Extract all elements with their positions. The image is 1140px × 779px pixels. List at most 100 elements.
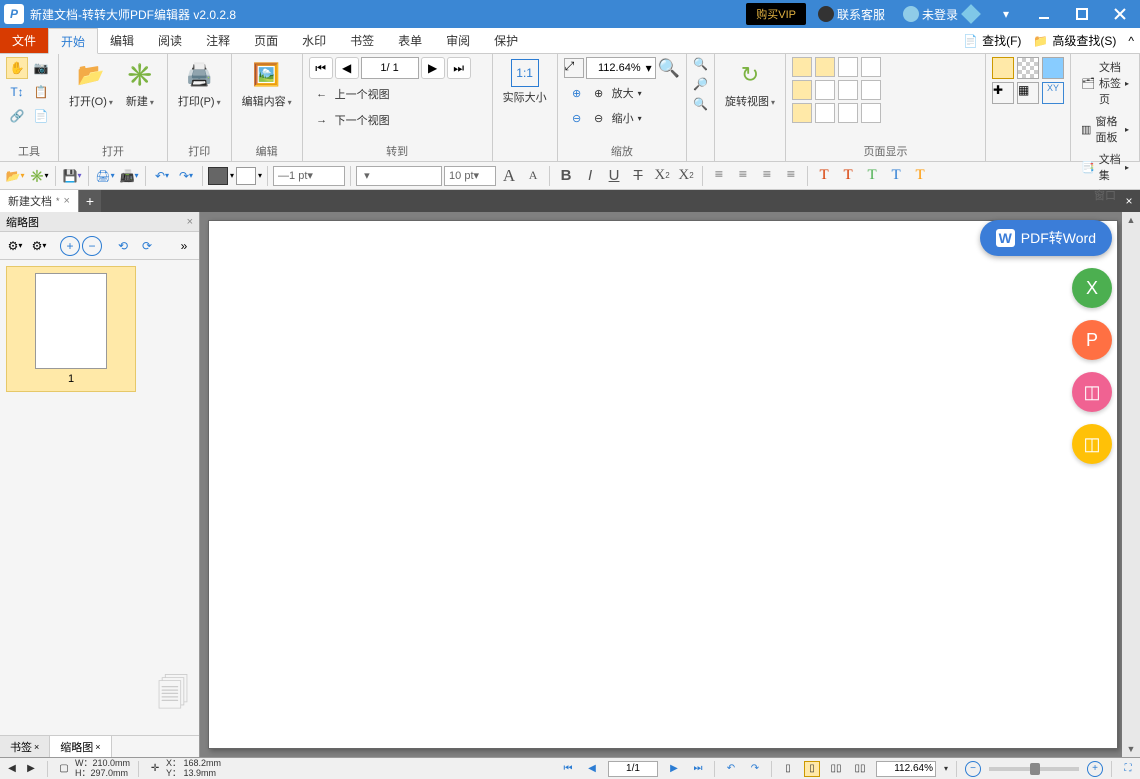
actual-size-button[interactable]: 1:1 实际大小 xyxy=(499,57,551,107)
layout-11-icon[interactable] xyxy=(838,103,858,123)
zoom-magnifier-icon[interactable]: 🔍 xyxy=(658,58,680,79)
float-more-icon[interactable]: ◫ xyxy=(1072,424,1112,464)
open-button[interactable]: 📂 打开(O) xyxy=(65,57,117,111)
thumb-zoom-in-icon[interactable]: + xyxy=(60,236,80,256)
tabs-close-all-icon[interactable]: × xyxy=(1118,190,1140,212)
text-green-icon[interactable]: T xyxy=(861,165,883,187)
text-select-tool[interactable]: T↕ xyxy=(6,81,28,103)
superscript-icon[interactable]: X2 xyxy=(675,165,697,187)
layout-6-icon[interactable] xyxy=(815,80,835,100)
align-justify-icon[interactable]: ≡ xyxy=(780,165,802,187)
buy-vip-button[interactable]: 购买VIP xyxy=(746,3,806,25)
sb-next-view-icon[interactable]: ↷ xyxy=(747,761,763,777)
sb-zoom-out-icon[interactable]: − xyxy=(965,761,981,777)
font-combo[interactable]: ▾ xyxy=(356,166,442,186)
font-grow-icon[interactable]: A xyxy=(498,165,520,187)
italic-icon[interactable]: I xyxy=(579,165,601,187)
next-page-button[interactable]: ▶ xyxy=(421,57,445,79)
line-width-combo[interactable]: — 1 pt ▾ xyxy=(273,166,345,186)
menu-protect[interactable]: 保护 xyxy=(482,28,530,53)
first-page-button[interactable]: ⏮ xyxy=(309,57,333,79)
menu-file[interactable]: 文件 xyxy=(0,28,48,53)
align-center-icon[interactable]: ≡ xyxy=(732,165,754,187)
menu-read[interactable]: 阅读 xyxy=(146,28,194,53)
stroke-color-swatch[interactable] xyxy=(236,167,256,185)
prev-view-button[interactable]: ←上一个视图 xyxy=(309,83,394,105)
sb-layout2-icon[interactable]: ▯ xyxy=(804,761,820,777)
login-button[interactable]: 未登录 xyxy=(897,6,984,23)
menu-page[interactable]: 页面 xyxy=(242,28,290,53)
menu-review[interactable]: 审阅 xyxy=(434,28,482,53)
xy-icon[interactable]: XY xyxy=(1042,82,1064,104)
document-tab[interactable]: 新建文档 * × xyxy=(0,190,79,212)
docset-button[interactable]: 📑文档集▸ xyxy=(1077,149,1133,185)
layout-12-icon[interactable] xyxy=(861,103,881,123)
page-number-input[interactable] xyxy=(361,57,419,79)
copy-tool[interactable]: 📄 xyxy=(30,105,52,127)
zoom-slider[interactable] xyxy=(989,767,1079,771)
dropdown-button[interactable]: ▾ xyxy=(990,0,1022,28)
thumb-rotate-ccw-icon[interactable]: ⟲ xyxy=(112,235,134,257)
text-orange-icon[interactable]: T xyxy=(909,165,931,187)
snapshot-tool[interactable]: 📷 xyxy=(30,57,52,79)
thumb-rotate-cw-icon[interactable]: ⟳ xyxy=(136,235,158,257)
sb-fullscreen-icon[interactable]: ⛶ xyxy=(1120,761,1136,777)
marquee-zoom-icon[interactable]: 🔍 xyxy=(693,57,708,71)
sb-layout1-icon[interactable]: ▯ xyxy=(780,761,796,777)
doc-tabs-button[interactable]: 🗂文档标签页▸ xyxy=(1077,57,1133,109)
new-button[interactable]: ✳️ 新建 xyxy=(119,57,161,111)
zoom-in-button[interactable]: ⊕⊕放大▾ xyxy=(564,82,646,104)
link-tool[interactable]: 🔗 xyxy=(6,105,28,127)
minimize-button[interactable] xyxy=(1028,0,1060,28)
menu-edit[interactable]: 编辑 xyxy=(98,28,146,53)
tab-close-icon[interactable]: × xyxy=(64,195,70,207)
qt-print-icon[interactable]: 🖨▾ xyxy=(94,165,116,187)
pane-button[interactable]: ▥窗格面板▸ xyxy=(1077,111,1133,147)
maximize-button[interactable] xyxy=(1066,0,1098,28)
pdf-to-word-button[interactable]: W PDF转Word xyxy=(980,220,1112,256)
qt-undo-icon[interactable]: ↶▾ xyxy=(151,165,173,187)
zoom-out-button[interactable]: ⊖⊖缩小▾ xyxy=(564,107,646,129)
layout-8-icon[interactable] xyxy=(861,80,881,100)
thumb-zoom-out-icon[interactable]: − xyxy=(82,236,102,256)
menu-watermark[interactable]: 水印 xyxy=(290,28,338,53)
sb-first-page-icon[interactable]: ⏮ xyxy=(560,761,576,777)
fit-icon[interactable]: ⤢ xyxy=(564,58,584,78)
scroll-up-icon[interactable]: ▲ xyxy=(1122,212,1140,228)
ribbon-collapse-button[interactable]: ^ xyxy=(1122,28,1140,53)
guides-icon[interactable] xyxy=(1042,57,1064,79)
find-button[interactable]: 📄 查找(F) xyxy=(957,28,1027,53)
font-shrink-icon[interactable]: A xyxy=(522,165,544,187)
layout-cfacing-icon[interactable] xyxy=(861,57,881,77)
menu-start[interactable]: 开始 xyxy=(48,28,98,54)
highlight-icon[interactable]: T xyxy=(837,165,859,187)
rotate-view-button[interactable]: ↻ 旋转视图 xyxy=(721,57,779,111)
text-color-icon[interactable]: T xyxy=(813,165,835,187)
align-left-icon[interactable]: ≡ xyxy=(708,165,730,187)
subscript-icon[interactable]: X2 xyxy=(651,165,673,187)
layout-continuous-icon[interactable] xyxy=(815,57,835,77)
font-size-combo[interactable]: 10 pt ▾ xyxy=(444,166,496,186)
support-button[interactable]: 联系客服 xyxy=(812,6,891,23)
menu-annotate[interactable]: 注释 xyxy=(194,28,242,53)
menu-form[interactable]: 表单 xyxy=(386,28,434,53)
menu-bookmark[interactable]: 书签 xyxy=(338,28,386,53)
hand-tool[interactable]: ✋ xyxy=(6,57,28,79)
vertical-scrollbar[interactable]: ▲ ▼ xyxy=(1122,212,1140,757)
snap-icon[interactable]: ✚ xyxy=(992,82,1014,104)
last-page-button[interactable]: ⏭ xyxy=(447,57,471,79)
thumb-options-icon[interactable]: ⚙▾ xyxy=(28,235,50,257)
qt-new-icon[interactable]: ✳️▾ xyxy=(28,165,50,187)
sidebar-tab-bookmark[interactable]: 书签× xyxy=(0,736,50,757)
bold-icon[interactable]: B xyxy=(555,165,577,187)
dynamic-zoom-icon[interactable]: 🔍 xyxy=(693,97,708,111)
scroll-down-icon[interactable]: ▼ xyxy=(1122,741,1140,757)
thumbnail-item[interactable]: 1 xyxy=(6,266,136,392)
text-blue-icon[interactable]: T xyxy=(885,165,907,187)
sb-layout3-icon[interactable]: ▯▯ xyxy=(828,761,844,777)
layout-5-icon[interactable] xyxy=(792,80,812,100)
sidebar-close-icon[interactable]: × xyxy=(187,216,193,228)
sb-prev-page-icon[interactable]: ◀ xyxy=(584,761,600,777)
next-view-button[interactable]: →下一个视图 xyxy=(309,109,394,131)
sb-layout4-icon[interactable]: ▯▯ xyxy=(852,761,868,777)
